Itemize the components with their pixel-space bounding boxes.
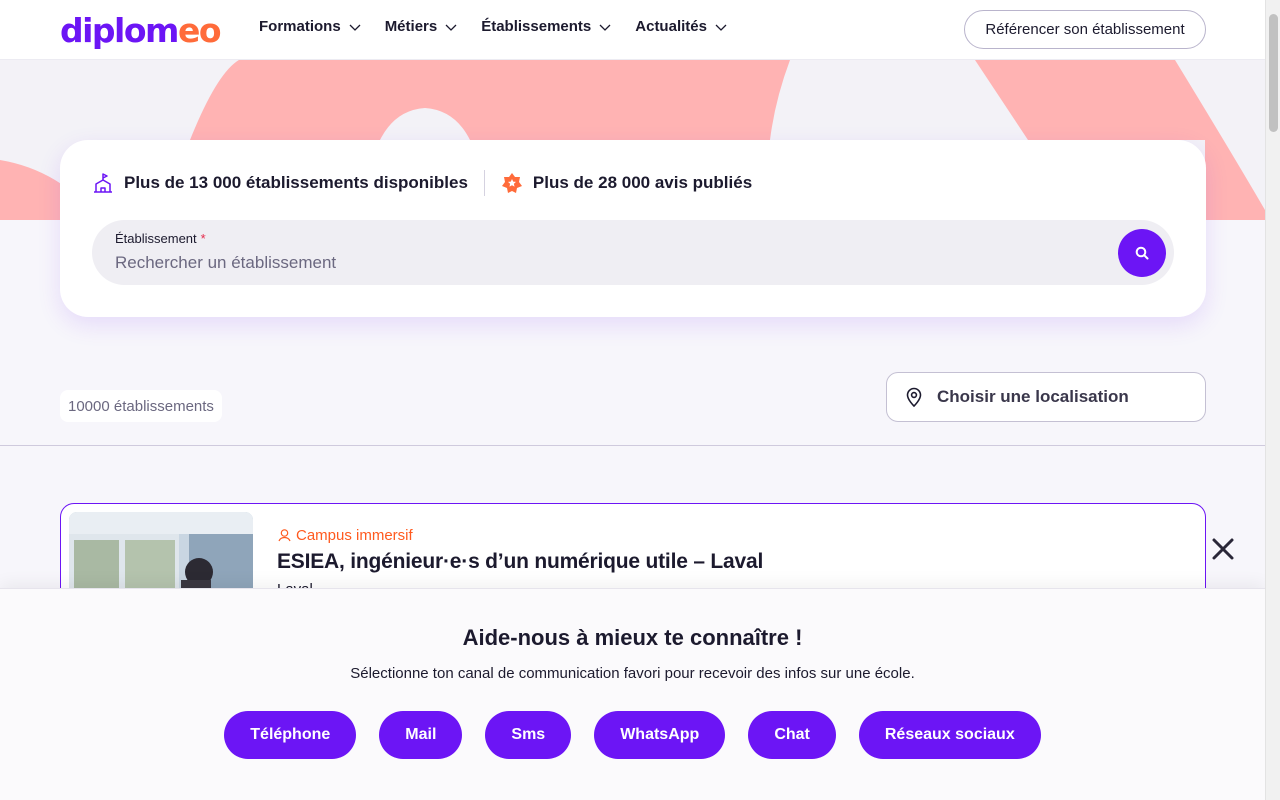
stat-establishments-text: Plus de 13 000 établissements disponible…	[124, 173, 468, 192]
scrollbar-thumb[interactable]	[1269, 14, 1278, 132]
close-icon[interactable]	[1210, 536, 1236, 562]
channel-phone-button[interactable]: Téléphone	[224, 711, 357, 759]
campus-tag: Campus immersif	[277, 527, 413, 544]
stat-reviews-text: Plus de 28 000 avis publiés	[532, 173, 753, 192]
section-divider	[0, 445, 1265, 446]
nav-etablissements[interactable]: Établissements	[481, 18, 611, 35]
communication-preference-panel: Aide-nous à mieux te connaître ! Sélecti…	[0, 588, 1265, 800]
chevron-down-icon	[445, 24, 457, 31]
stat-divider	[483, 170, 485, 196]
channel-buttons: Téléphone Mail Sms WhatsApp Chat Réseaux…	[0, 711, 1265, 759]
choose-location-button[interactable]: Choisir une localisation	[886, 372, 1206, 422]
channel-sms-button[interactable]: Sms	[485, 711, 572, 759]
campus-tag-label: Campus immersif	[296, 527, 413, 544]
school-building-icon	[94, 173, 112, 193]
main-nav: Formations Métiers Établissements Actual…	[259, 18, 727, 35]
channel-social-button[interactable]: Réseaux sociaux	[858, 711, 1041, 759]
search-card: Plus de 13 000 établissements disponible…	[60, 140, 1206, 317]
vr-headset-icon	[278, 529, 291, 542]
site-header: diplom e o Formations Métiers Établissemen…	[0, 0, 1265, 60]
establishment-title[interactable]: ESIEA, ingénieur·e·s d’un numérique util…	[277, 550, 763, 574]
choose-location-label: Choisir une localisation	[937, 387, 1129, 406]
chevron-down-icon	[715, 24, 727, 31]
results-count-badge: 10000 établissements	[60, 390, 222, 422]
establishment-search-field[interactable]: Établissement *	[92, 220, 1174, 285]
preference-title: Aide-nous à mieux te connaître !	[462, 625, 803, 650]
nav-formations[interactable]: Formations	[259, 18, 361, 35]
field-label: Établissement *	[115, 231, 206, 246]
map-pin-icon	[906, 387, 922, 408]
nav-formations-label: Formations	[259, 18, 341, 35]
preference-subtitle: Sélectionne ton canal de communication f…	[350, 665, 915, 682]
nav-metiers-label: Métiers	[384, 18, 438, 35]
field-label-text: Établissement	[115, 231, 197, 246]
nav-etablissements-label: Établissements	[481, 18, 592, 35]
chevron-down-icon	[349, 24, 361, 31]
nav-actualites-label: Actualités	[635, 18, 707, 35]
nav-actualites[interactable]: Actualités	[635, 18, 727, 35]
establishment-search-input[interactable]	[115, 253, 1105, 273]
chevron-down-icon	[599, 24, 611, 31]
channel-chat-button[interactable]: Chat	[748, 711, 836, 759]
star-badge-icon	[501, 173, 522, 193]
reference-establishment-button[interactable]: Référencer son établissement	[964, 10, 1206, 49]
channel-mail-button[interactable]: Mail	[379, 711, 463, 759]
diplomeo-logo[interactable]: diplom e o	[60, 10, 222, 50]
page-scrollbar[interactable]	[1265, 0, 1280, 800]
stat-establishments: Plus de 13 000 établissements disponible…	[92, 172, 468, 194]
stat-reviews: Plus de 28 000 avis publiés	[501, 172, 752, 194]
nav-metiers[interactable]: Métiers	[385, 18, 458, 35]
required-mark: *	[200, 231, 206, 246]
stats-row: Plus de 13 000 établissements disponible…	[92, 170, 752, 196]
search-button[interactable]	[1118, 229, 1166, 277]
search-icon	[1135, 246, 1149, 260]
channel-whatsapp-button[interactable]: WhatsApp	[594, 711, 726, 759]
